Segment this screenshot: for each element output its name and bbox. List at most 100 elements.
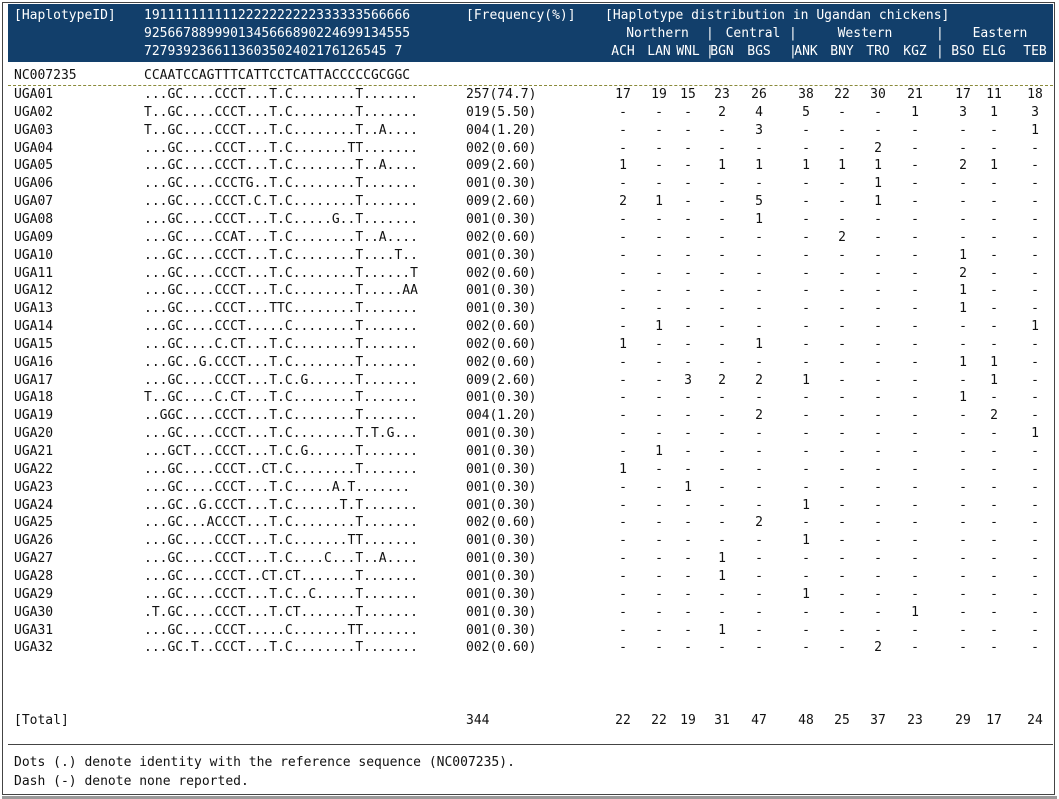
population-count: - [802,247,810,263]
population-count: 1 [718,158,726,174]
haplotype-frequency: 002(0.60) [466,229,537,245]
population-count: 1 [619,336,627,352]
haplotype-row: UGA13 ...GC....CCCT...TTC........T.......… [0,300,1059,318]
haplotype-frequency: 001(0.30) [466,283,537,299]
haplotype-sequence: ...GC....CCCT...T.C........T.T.G... [144,426,418,442]
population-count: - [838,622,846,638]
population-count: - [755,390,763,406]
population-count: - [619,140,627,156]
population-count: - [911,140,919,156]
haplotype-id: UGA06 [14,176,54,192]
population-count: 2 [874,140,882,156]
population-count: - [619,354,627,370]
haplotype-row: UGA04 ...GC....CCCT...T.C.......TT.......… [0,140,1059,158]
population-count: 1 [990,158,998,174]
haplotype-frequency: 002(0.60) [466,515,537,531]
population-count: - [874,444,882,459]
haplotype-row: UGA26 ...GC....CCCT...T.C.......TT.......… [0,532,1059,550]
population-count: - [990,604,998,620]
population-count: 1 [718,568,726,584]
population-count: - [911,336,919,352]
population-count: - [619,176,627,192]
population-count: - [874,568,882,584]
population-count: - [990,265,998,281]
population-count: - [911,176,919,192]
haplotype-sequence: ...GC....CCCTG..T.C........T....... [144,176,418,192]
population-count: 17 [615,87,631,102]
population-count: - [874,604,882,620]
population-count: - [684,158,692,174]
haplotype-frequency: 002(0.60) [466,265,537,281]
population-count: - [990,336,998,352]
population-count: 2 [755,408,763,424]
haplotype-id: UGA14 [14,319,54,335]
population-count: - [1031,586,1039,602]
haplotype-sequence: ...GC..G.CCCT...T.C......T.T....... [144,497,418,513]
population-count: - [619,390,627,406]
population-count: 1 [718,622,726,638]
population-count: - [1031,194,1039,210]
population-count: - [838,390,846,406]
population-count: - [990,283,998,299]
population-count: - [911,211,919,227]
population-count: - [802,283,810,299]
population-count: 23 [714,87,730,102]
population-count: 30 [870,87,886,102]
population-count: - [1031,622,1039,638]
population-count: - [874,265,882,281]
haplotype-sequence: ...GC....CCCT..CT.CT.......T....... [144,568,418,584]
haplotype-id: UGA26 [14,533,54,549]
population-count: - [1031,247,1039,263]
population-count: - [838,551,846,567]
population-count: - [684,622,692,638]
population-count: - [755,444,763,459]
population-count: - [718,461,726,477]
population-count: 1 [1031,122,1039,138]
haplotype-frequency: 002(0.60) [466,319,537,335]
population-count: - [1031,497,1039,513]
haplotype-sequence: ...GC....CCCT...T.C.......TT....... [144,140,418,156]
haplotype-id: UGA10 [14,247,54,263]
haplotype-sequence: ...GC....CCCT...T.C........T.....AA [144,283,418,299]
haplotype-row: UGA05 ...GC....CCCT...T.C........T..A....… [0,157,1059,175]
haplotype-row: UGA09 ...GC....CCAT...T.C........T..A....… [0,229,1059,247]
total-population-count: 24 [1027,713,1043,728]
population-code: TRO [866,44,890,59]
haplotype-id: UGA04 [14,140,54,156]
population-count: - [619,586,627,602]
haplotype-frequency: 001(0.30) [466,247,537,263]
population-count: - [838,497,846,513]
population-count: - [619,515,627,531]
population-count: 2 [874,640,882,656]
haplotype-row: UGA10 ...GC....CCCT...T.C........T....T..… [0,247,1059,265]
population-count: - [802,444,810,459]
population-code: TEB [1023,44,1047,59]
population-count: - [619,211,627,227]
haplotype-row: UGA18 T..GC....C.CT...T.C........T.......… [0,389,1059,407]
population-count: - [1031,336,1039,352]
separator: | [789,26,797,41]
population-count: - [718,586,726,602]
haplotype-id: UGA08 [14,211,54,227]
population-count: - [684,211,692,227]
population-count: - [874,336,882,352]
haplotype-row: UGA28 ...GC....CCCT..CT.CT.......T.......… [0,568,1059,586]
population-count: - [755,354,763,370]
haplotype-sequence: ...GC....CCCT..CT.C........T....... [144,461,418,477]
population-count: - [838,104,846,120]
population-count: - [838,176,846,192]
total-population-count: 23 [907,713,923,728]
population-count: - [802,426,810,442]
population-count: - [838,283,846,299]
population-count: - [1031,158,1039,174]
footnote-dots: Dots (.) denote identity with the refere… [14,755,515,770]
population-count: - [1031,515,1039,531]
population-count: - [874,461,882,477]
position-header-line1: 1911111111112222222222333333566666 [144,8,411,23]
population-count: - [718,497,726,513]
population-count: - [990,229,998,245]
population-count: 2 [838,229,846,245]
haplotype-sequence: ...GC....CCCT.C.T.C........T....... [144,194,418,210]
population-count: - [755,140,763,156]
population-count: - [619,533,627,549]
